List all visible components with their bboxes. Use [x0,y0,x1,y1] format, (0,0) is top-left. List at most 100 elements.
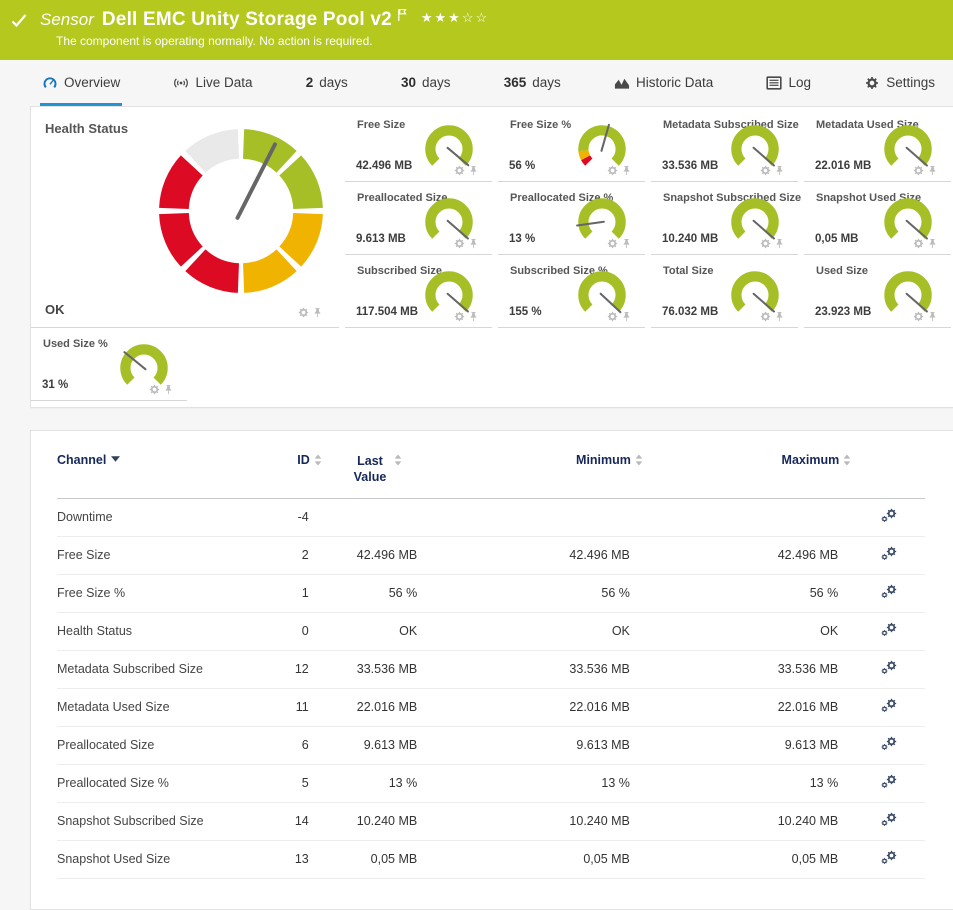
channel-id: 14 [252,802,321,840]
sort-toggle-icon[interactable] [843,454,851,466]
gauge-settings-icon[interactable] [913,311,924,322]
channel-settings-icon[interactable] [880,622,897,637]
priority-star-rating[interactable]: ★★★☆☆ [421,10,489,26]
gauge-pin-icon[interactable] [621,238,632,249]
gauge-value: 10.240 MB [662,233,718,245]
gauge-pin-icon[interactable] [468,311,479,322]
channel-settings-icon[interactable] [880,736,897,751]
maximum-value: OK [643,612,851,650]
sort-toggle-icon[interactable] [314,454,322,466]
gauge-settings-icon[interactable] [454,238,465,249]
channel-name[interactable]: Downtime [57,498,252,536]
channel-settings-icon[interactable] [880,812,897,827]
channel-row-free-size: Free Size242.496 MB42.496 MB42.496 MB [57,536,925,574]
channel-name[interactable]: Snapshot Subscribed Size [57,802,252,840]
gauge-value: 33.536 MB [662,160,718,172]
gauge-settings-icon[interactable] [607,311,618,322]
gauge-pin-icon[interactable] [163,384,174,395]
channel-settings-icon[interactable] [880,660,897,675]
channel-name[interactable]: Free Size [57,536,252,574]
channel-settings-icon[interactable] [880,584,897,599]
sorted-descending-icon[interactable] [111,456,120,462]
gauge-pin-icon[interactable] [621,311,632,322]
gauge-panel-snapshot-subscribed-size: Snapshot Subscribed Size10.240 MB [651,182,798,255]
gauge-pin-icon[interactable] [774,311,785,322]
channel-id: 0 [252,612,321,650]
channel-name[interactable]: Health Status [57,612,252,650]
channel-row-metadata-subscribed-size: Metadata Subscribed Size1233.536 MB33.53… [57,650,925,688]
gauge-value: 76.032 MB [662,306,718,318]
gauge-settings-icon[interactable] [913,165,924,176]
channel-name[interactable]: Preallocated Size % [57,764,252,802]
channel-actions-cell [851,574,925,612]
tab-2-days[interactable]: 2 days [304,60,350,106]
tab-label: Overview [64,75,120,90]
channel-name[interactable]: Free Size % [57,574,252,612]
flag-icon[interactable] [397,8,407,22]
channel-actions-cell [851,764,925,802]
minimum-value: 13 % [430,764,643,802]
gauge-pin-icon[interactable] [468,165,479,176]
tab-overview[interactable]: Overview [40,60,122,106]
channel-name[interactable]: Preallocated Size [57,726,252,764]
last-value: 42.496 MB [322,536,431,574]
gauge-pin-icon[interactable] [774,165,785,176]
channel-settings-icon[interactable] [880,546,897,561]
gauge-settings-icon[interactable] [298,307,309,318]
tab-live-data[interactable]: Live Data [171,60,254,106]
channel-name[interactable]: Metadata Used Size [57,688,252,726]
sort-toggle-icon[interactable] [635,454,643,466]
gauge-pin-icon[interactable] [927,311,938,322]
gauge-settings-icon[interactable] [149,384,160,395]
channel-row-downtime: Downtime-4 [57,498,925,536]
gauge-pin-icon[interactable] [774,238,785,249]
gauge-settings-icon[interactable] [607,165,618,176]
tab-30-days[interactable]: 30 days [399,60,453,106]
tab-number: 2 [306,75,314,90]
column-label: Minimum [576,453,631,467]
sort-toggle-icon[interactable] [394,454,402,466]
gauge-panel-used-size: Used Size %31 % [31,328,187,401]
tab-label: days [319,75,348,90]
last-value [322,498,431,536]
channel-settings-icon[interactable] [880,850,897,865]
tab-settings[interactable]: Settings [862,60,937,106]
tab-log[interactable]: Log [764,60,813,106]
tab-label: Settings [886,75,935,90]
gauge-pin-icon[interactable] [927,165,938,176]
column-header-id[interactable]: ID [252,445,321,498]
gauge-settings-icon[interactable] [760,238,771,249]
column-header-last-value[interactable]: Last Value [322,445,431,498]
tab-historic-data[interactable]: Historic Data [612,60,715,106]
column-header-minimum[interactable]: Minimum [430,445,643,498]
gauge-settings-icon[interactable] [607,238,618,249]
channel-row-preallocated-size: Preallocated Size %513 %13 %13 % [57,764,925,802]
channel-name[interactable]: Snapshot Used Size [57,840,252,878]
channel-row-metadata-used-size: Metadata Used Size1122.016 MB22.016 MB22… [57,688,925,726]
gauge-settings-icon[interactable] [760,311,771,322]
gauge-icon [42,76,58,90]
gauge-settings-icon[interactable] [454,165,465,176]
tab-365-days[interactable]: 365days [502,60,563,106]
gauge-panel-preallocated-size: Preallocated Size %13 % [498,182,645,255]
column-header-maximum[interactable]: Maximum [643,445,851,498]
gauge-pin-icon[interactable] [312,307,323,318]
tab-number: 30 [401,75,416,90]
gauge-settings-icon[interactable] [454,311,465,322]
gauge-pin-icon[interactable] [621,165,632,176]
last-value: OK [322,612,431,650]
gauge-settings-icon[interactable] [760,165,771,176]
gauge-title: Total Size [663,265,714,277]
channel-settings-icon[interactable] [880,774,897,789]
column-header-channel[interactable]: Channel [57,445,252,498]
gauge-settings-icon[interactable] [913,238,924,249]
sensor-status-banner: Sensor Dell EMC Unity Storage Pool v2 ★★… [0,0,953,60]
gauge-panel-health-status: Health Status OK [31,109,339,328]
gauge-pin-icon[interactable] [927,238,938,249]
gear-icon [864,76,880,90]
channel-settings-icon[interactable] [880,698,897,713]
gauge-pin-icon[interactable] [468,238,479,249]
channel-settings-icon[interactable] [880,508,897,523]
channel-name[interactable]: Metadata Subscribed Size [57,650,252,688]
tab-label: days [422,75,451,90]
